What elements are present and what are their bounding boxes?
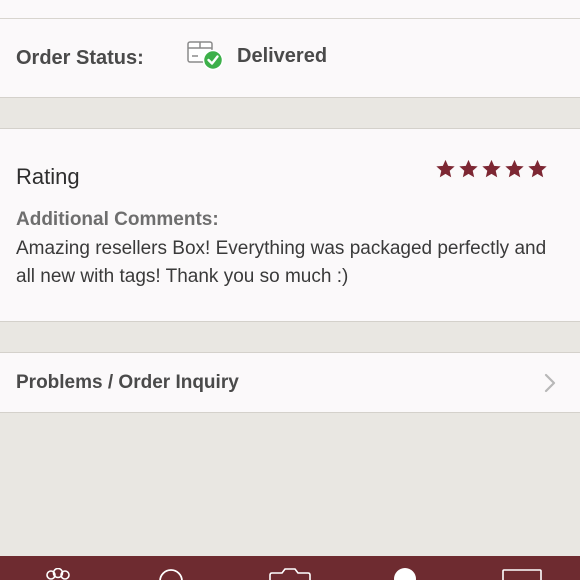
camera-icon[interactable] <box>268 568 312 580</box>
star-icon <box>436 159 455 178</box>
order-status-value: Delivered <box>237 45 328 67</box>
chevron-right-icon <box>544 373 556 393</box>
additional-comments-heading: Additional Comments: <box>16 209 219 230</box>
community-icon[interactable] <box>38 568 78 580</box>
previous-row-sliver <box>0 0 580 19</box>
order-status-label: Order Status: <box>16 47 144 69</box>
rating-card: Rating Additional Comments: Amazing rese… <box>0 128 580 322</box>
star-icon <box>505 159 524 178</box>
bottom-tab-bar <box>0 556 580 580</box>
search-icon[interactable] <box>156 568 186 580</box>
star-icon <box>459 159 478 178</box>
order-inquiry-row[interactable]: Problems / Order Inquiry <box>0 352 580 413</box>
profile-icon[interactable] <box>390 568 420 580</box>
additional-comments-text: Amazing resellers Box! Everything was pa… <box>16 238 547 287</box>
rating-title: Rating <box>16 164 80 189</box>
order-details-screen: Order Status: Delivered Rating Additiona… <box>0 0 580 580</box>
order-inquiry-label: Problems / Order Inquiry <box>16 372 239 393</box>
news-icon[interactable] <box>500 568 544 580</box>
delivered-box-check-icon <box>187 41 224 71</box>
order-status-card: Order Status: Delivered <box>0 0 580 98</box>
star-icon <box>528 159 547 178</box>
rating-stars <box>434 158 549 182</box>
star-icon <box>482 159 501 178</box>
